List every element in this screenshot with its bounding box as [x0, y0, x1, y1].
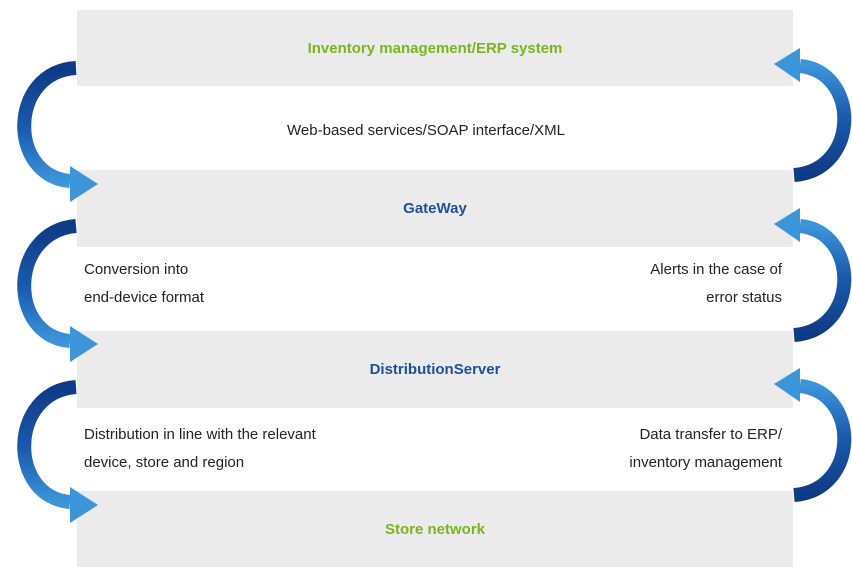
curved-up-arrow-icon [774, 208, 852, 342]
curved-down-arrow-icon [17, 61, 98, 202]
curved-up-arrow-icon [774, 48, 852, 182]
flow-arrows [17, 48, 852, 523]
curved-down-arrow-icon [17, 380, 98, 523]
curved-up-arrow-icon [774, 368, 852, 502]
curved-down-arrow-icon [17, 219, 98, 362]
